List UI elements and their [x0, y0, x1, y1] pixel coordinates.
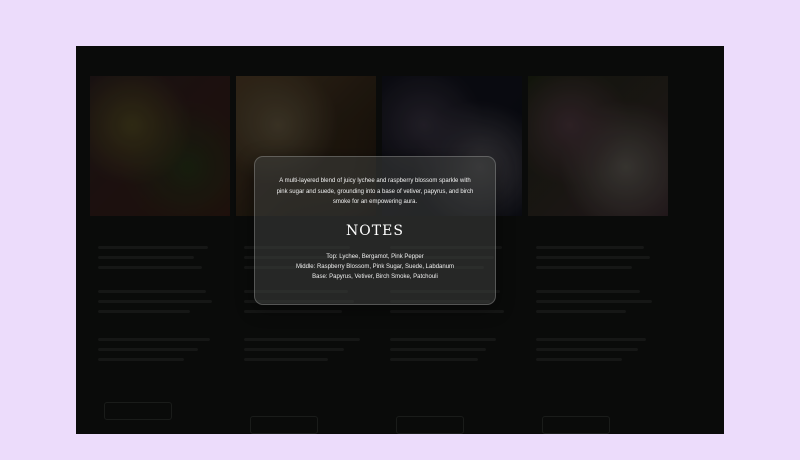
notes-modal: A multi-layered blend of juicy lychee an… [254, 156, 496, 305]
fragrance-description: A multi-layered blend of juicy lychee an… [276, 178, 474, 205]
middle-notes: Middle: Raspberry Blossom, Pink Sugar, S… [295, 264, 455, 270]
base-notes: Base: Papyrus, Vetiver, Birch Smoke, Pat… [312, 274, 438, 280]
top-notes: Top: Lychee, Bergamot, Pink Pepper [326, 254, 424, 260]
notes-list: Top: Lychee, Bergamot, Pink Pepper Middl… [255, 252, 495, 282]
notes-heading: NOTES [346, 223, 404, 239]
